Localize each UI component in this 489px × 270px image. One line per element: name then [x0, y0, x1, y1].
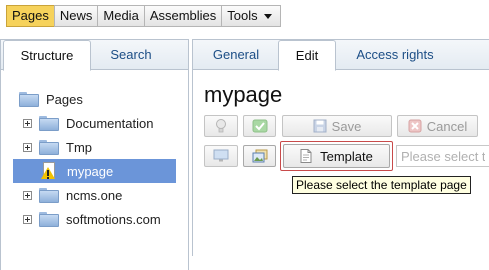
menu-news[interactable]: News — [53, 5, 99, 27]
tab-search[interactable]: Search — [92, 40, 170, 71]
menu-tools[interactable]: Tools — [221, 5, 281, 27]
warning-page-icon — [41, 162, 57, 180]
template-button-label: Template — [320, 148, 373, 164]
accept-button[interactable] — [243, 115, 276, 137]
chevron-down-icon — [263, 14, 272, 20]
template-button[interactable]: Template — [283, 144, 390, 168]
expand-icon[interactable] — [23, 118, 32, 128]
tree-item-label: mypage — [67, 163, 114, 179]
folder-icon — [39, 187, 59, 203]
cancel-icon — [408, 119, 422, 133]
menu-pages[interactable]: Pages — [6, 5, 55, 27]
tree-item-label: ncms.one — [66, 187, 123, 203]
media-button[interactable] — [243, 145, 276, 167]
tree-item-softmotions-com[interactable]: softmotions.com — [13, 207, 176, 231]
tree-item-label: Documentation — [66, 115, 154, 131]
folder-icon — [39, 211, 59, 227]
page-title: mypage — [204, 82, 283, 107]
folder-icon — [39, 115, 59, 131]
tree-item-label: softmotions.com — [66, 211, 161, 227]
info-button[interactable] — [204, 115, 238, 137]
expand-icon[interactable] — [23, 190, 32, 200]
expand-icon[interactable] — [23, 142, 32, 152]
tab-general[interactable]: General — [200, 40, 272, 71]
page-tree: Pages Documentation Tmp mypage ncms.one … — [13, 87, 176, 231]
save-button[interactable]: Save — [282, 115, 392, 137]
document-icon — [300, 149, 312, 163]
checkmark-icon — [252, 119, 267, 133]
menu-media[interactable]: Media — [97, 5, 145, 27]
folder-open-icon — [19, 91, 39, 107]
cancel-button-label: Cancel — [426, 118, 468, 134]
expand-icon[interactable] — [23, 214, 32, 224]
lightbulb-icon — [216, 119, 226, 133]
tab-edit[interactable]: Edit — [278, 40, 336, 71]
cancel-button[interactable]: Cancel — [397, 115, 478, 137]
save-icon — [313, 119, 327, 133]
menu-assemblies[interactable]: Assemblies — [143, 5, 223, 27]
preview-button[interactable] — [204, 145, 238, 167]
tree-item-ncms-one[interactable]: ncms.one — [13, 183, 176, 207]
save-button-label: Save — [331, 118, 362, 134]
tree-item-tmp[interactable]: Tmp — [13, 135, 176, 159]
tree-item-documentation[interactable]: Documentation — [13, 111, 176, 135]
tab-structure[interactable]: Structure — [3, 40, 91, 71]
menu-tools-label: Tools — [227, 8, 258, 23]
main-menubar: Pages News Media Assemblies Tools — [6, 5, 281, 27]
template-tooltip: Please select the template page — [292, 176, 471, 194]
image-icon — [252, 149, 267, 163]
tree-root-pages[interactable]: Pages — [13, 87, 176, 111]
folder-icon — [39, 139, 59, 155]
tree-item-label: Pages — [46, 91, 83, 107]
tab-access-rights[interactable]: Access rights — [344, 40, 446, 71]
template-select-input[interactable] — [396, 145, 489, 167]
tree-item-label: Tmp — [66, 139, 92, 155]
monitor-icon — [213, 149, 229, 162]
tree-item-mypage[interactable]: mypage — [13, 159, 176, 183]
